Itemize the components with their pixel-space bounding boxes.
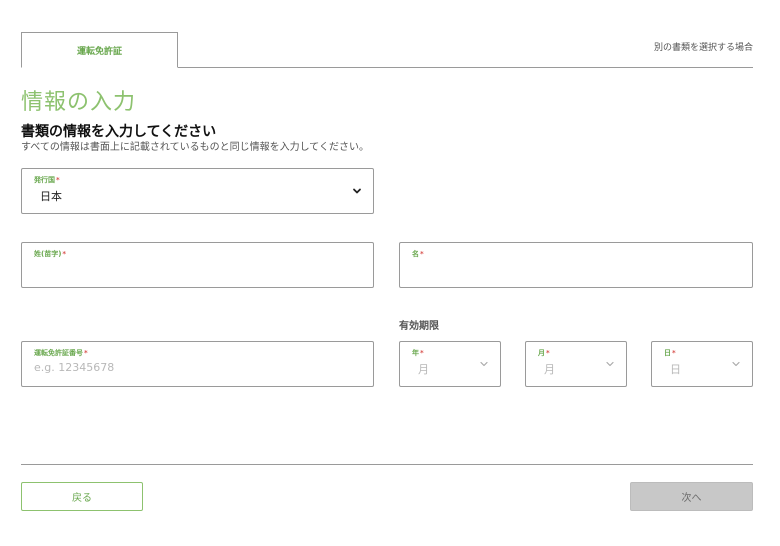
issuing-country-label: 発行国* [34, 176, 60, 184]
expiration-date-heading: 有効期限 [399, 321, 439, 332]
chevron-down-icon [353, 188, 361, 194]
select-other-document-link[interactable]: 別の書類を選択する場合 [654, 40, 753, 53]
tab-drivers-license[interactable]: 運転免許証 [21, 32, 178, 68]
issuing-country-select[interactable]: 発行国* 日本 [21, 168, 374, 214]
first-name-input[interactable]: 名* [399, 242, 753, 288]
license-number-input[interactable]: 運転免許証番号* e.g. 12345678 [21, 341, 374, 387]
chevron-down-icon [606, 361, 614, 367]
expiry-year-placeholder: 月 [418, 363, 429, 376]
footer-divider [21, 464, 753, 465]
expiry-month-label: 月* [538, 349, 550, 357]
back-button[interactable]: 戻る [21, 482, 143, 511]
expiry-year-select[interactable]: 年* 月 [399, 341, 501, 387]
page-title: 情報の入力 [21, 90, 137, 115]
next-button[interactable]: 次へ [630, 482, 753, 511]
expiry-day-select[interactable]: 日* 日 [651, 341, 753, 387]
license-number-label: 運転免許証番号* [34, 349, 88, 357]
expiry-month-placeholder: 月 [544, 363, 555, 376]
chevron-down-icon [480, 361, 488, 367]
last-name-label: 姓(苗字)* [34, 250, 67, 258]
expiry-day-label: 日* [664, 349, 676, 357]
chevron-down-icon [732, 361, 740, 367]
issuing-country-value: 日本 [40, 190, 62, 203]
section-description: すべての情報は書面上に記載されているものと同じ情報を入力してください。 [21, 142, 369, 153]
last-name-input[interactable]: 姓(苗字)* [21, 242, 374, 288]
first-name-label: 名* [412, 250, 424, 258]
expiry-year-label: 年* [412, 349, 424, 357]
license-number-placeholder: e.g. 12345678 [34, 361, 115, 374]
expiry-day-placeholder: 日 [670, 363, 681, 376]
expiry-month-select[interactable]: 月* 月 [525, 341, 627, 387]
